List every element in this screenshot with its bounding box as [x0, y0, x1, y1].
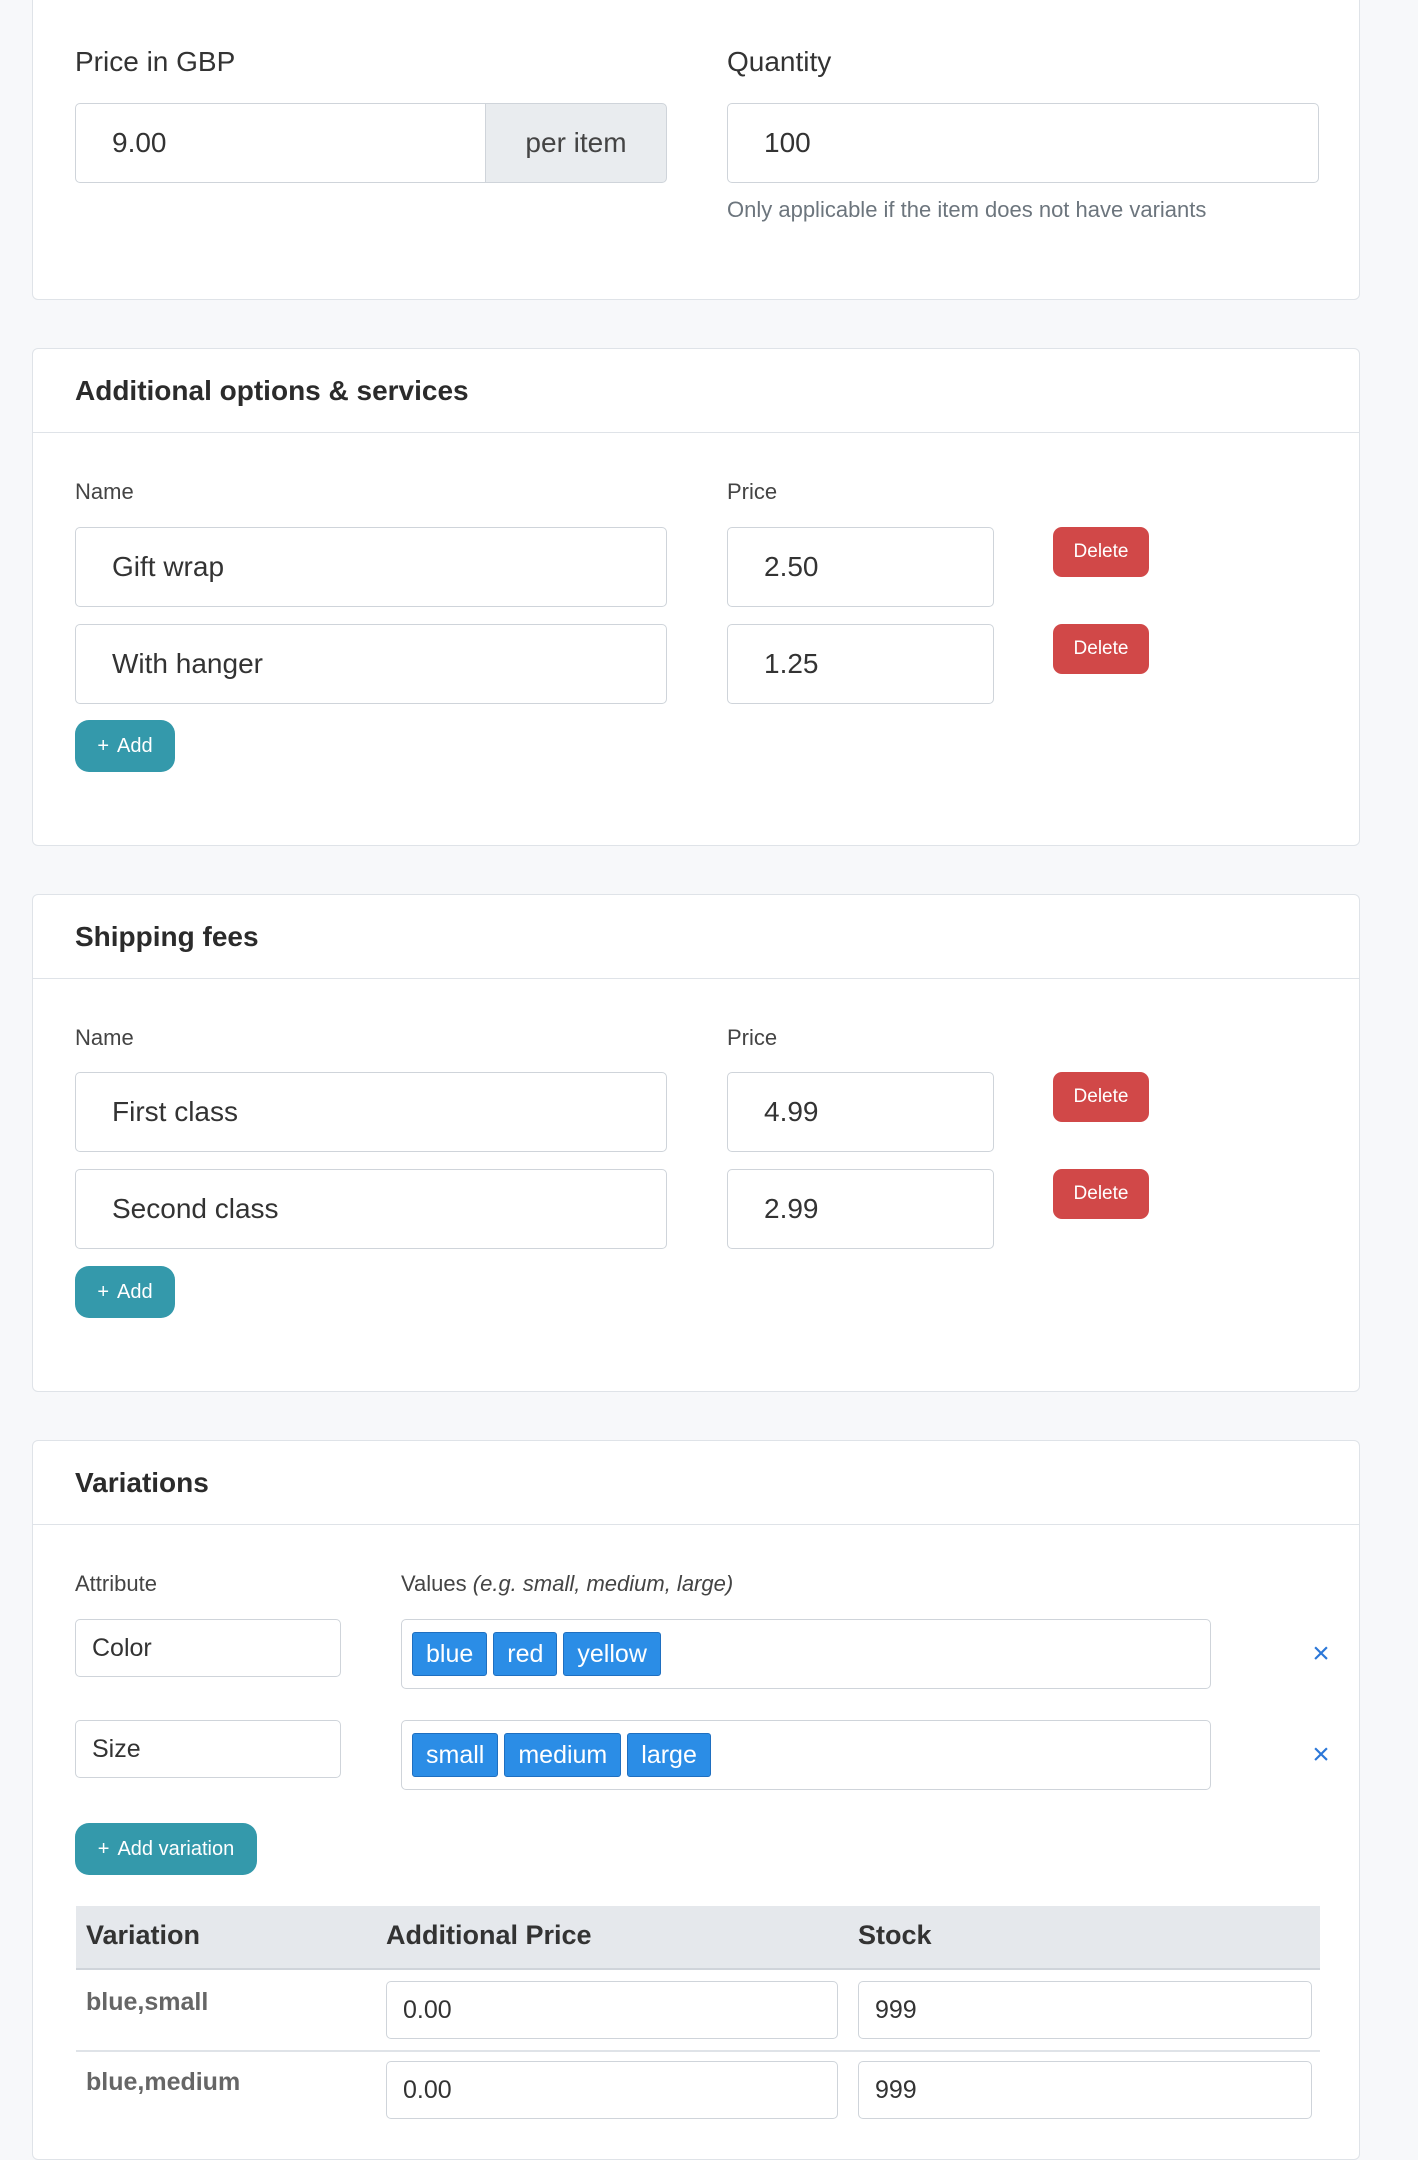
option-name-input[interactable]: With hanger — [75, 624, 667, 704]
shipping-name-input[interactable]: First class — [75, 1072, 667, 1152]
column-header-variation: Variation — [86, 1920, 201, 1950]
shipping-price-input[interactable]: 4.99 — [727, 1072, 994, 1152]
delete-option-button[interactable]: Delete — [1053, 527, 1149, 577]
options-card-title: Additional options & services — [33, 349, 1359, 433]
remove-attribute-icon[interactable]: × — [1308, 1639, 1334, 1669]
stock-input[interactable]: 999 — [858, 1981, 1312, 2039]
shipping-price-label: Price — [727, 1025, 778, 1050]
value-tag[interactable]: blue — [412, 1632, 488, 1676]
variation-name: blue,medium — [86, 2068, 241, 2096]
shipping-name-input[interactable]: Second class — [75, 1169, 667, 1249]
plus-icon: + — [97, 734, 110, 757]
variations-card-title: Variations — [33, 1441, 1359, 1525]
option-price-input[interactable]: 1.25 — [727, 624, 994, 704]
column-header-additional-price: Additional Price — [386, 1920, 592, 1950]
shipping-price-input[interactable]: 2.99 — [727, 1169, 994, 1249]
quantity-label: Quantity — [727, 46, 832, 77]
additional-price-input[interactable]: 0.00 — [386, 1981, 838, 2039]
plus-icon: + — [97, 1280, 110, 1303]
quantity-help-text: Only applicable if the item does not hav… — [727, 197, 1207, 222]
attribute-values-tag-input[interactable]: small medium large — [401, 1720, 1211, 1790]
add-option-button[interactable]: + Add — [75, 720, 175, 772]
attribute-label: Attribute — [75, 1571, 157, 1596]
variations-table-header: Variation Additional Price Stock — [76, 1906, 1320, 1970]
table-row-divider — [76, 2050, 1320, 2052]
price-unit-addon: per item — [485, 103, 667, 183]
add-shipping-button[interactable]: + Add — [75, 1266, 175, 1318]
shipping-card: Shipping fees Name Price First class 4.9… — [32, 894, 1360, 1392]
add-variation-label: Add variation — [117, 1837, 235, 1860]
values-hint: (e.g. small, medium, large) — [472, 1571, 734, 1596]
value-tag[interactable]: small — [412, 1733, 499, 1777]
value-tag[interactable]: yellow — [563, 1632, 661, 1676]
option-name-input[interactable]: Gift wrap — [75, 527, 667, 607]
variations-card: Variations Attribute Values (e.g. small,… — [32, 1440, 1360, 2160]
values-label: Values (e.g. small, medium, large) — [401, 1571, 733, 1597]
plus-icon: + — [97, 1837, 110, 1860]
price-input[interactable]: 9.00 — [75, 103, 487, 183]
variation-name: blue,small — [86, 1988, 209, 2016]
remove-attribute-icon[interactable]: × — [1308, 1740, 1334, 1770]
options-price-label: Price — [727, 479, 778, 504]
delete-shipping-button[interactable]: Delete — [1053, 1072, 1149, 1122]
shipping-name-label: Name — [75, 1025, 134, 1050]
values-label-text: Values — [401, 1571, 467, 1596]
price-label: Price in GBP — [75, 46, 236, 77]
delete-option-button[interactable]: Delete — [1053, 624, 1149, 674]
delete-shipping-button[interactable]: Delete — [1053, 1169, 1149, 1219]
options-name-label: Name — [75, 479, 134, 504]
attribute-values-tag-input[interactable]: blue red yellow — [401, 1619, 1211, 1689]
value-tag[interactable]: red — [493, 1632, 558, 1676]
value-tag[interactable]: large — [627, 1733, 711, 1777]
column-header-stock: Stock — [858, 1920, 932, 1950]
add-option-label: Add — [117, 734, 153, 757]
quantity-input[interactable]: 100 — [727, 103, 1319, 183]
add-shipping-label: Add — [117, 1280, 153, 1303]
options-card: Additional options & services Name Price… — [32, 348, 1360, 846]
shipping-card-title: Shipping fees — [33, 895, 1359, 979]
add-variation-button[interactable]: + Add variation — [75, 1823, 257, 1875]
option-price-input[interactable]: 2.50 — [727, 527, 994, 607]
additional-price-input[interactable]: 0.00 — [386, 2061, 838, 2119]
attribute-name-input[interactable]: Size — [75, 1720, 341, 1778]
attribute-name-input[interactable]: Color — [75, 1619, 341, 1677]
value-tag[interactable]: medium — [504, 1733, 622, 1777]
pricing-card: Price in GBP 9.00 per item Quantity 100 … — [32, 0, 1360, 300]
stock-input[interactable]: 999 — [858, 2061, 1312, 2119]
